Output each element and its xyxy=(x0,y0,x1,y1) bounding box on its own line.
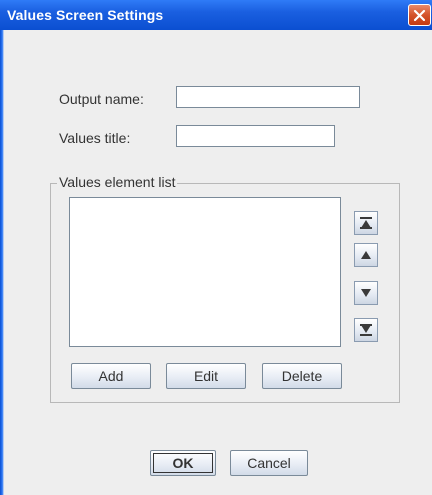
output-name-field[interactable] xyxy=(176,86,360,108)
move-down-button[interactable] xyxy=(354,281,378,305)
move-up-icon xyxy=(361,251,371,259)
delete-button[interactable]: Delete xyxy=(262,363,342,389)
close-icon xyxy=(413,9,426,22)
output-name-label: Output name: xyxy=(59,91,144,107)
values-element-list[interactable] xyxy=(69,197,341,347)
add-button[interactable]: Add xyxy=(71,363,151,389)
window-left-border xyxy=(0,30,4,495)
values-title-field[interactable] xyxy=(176,125,335,147)
values-element-group-title: Values element list xyxy=(57,174,178,190)
edit-button[interactable]: Edit xyxy=(166,363,246,389)
move-top-button[interactable] xyxy=(354,211,378,235)
values-screen-settings-dialog: Values Screen Settings Output name: Valu… xyxy=(0,0,432,495)
ok-button[interactable]: OK xyxy=(150,450,216,476)
close-button[interactable] xyxy=(408,4,431,26)
move-top-icon xyxy=(360,217,372,229)
move-up-button[interactable] xyxy=(354,243,378,267)
move-down-icon xyxy=(361,289,371,297)
window-title: Values Screen Settings xyxy=(7,7,164,23)
values-title-label: Values title: xyxy=(59,130,131,146)
move-bottom-button[interactable] xyxy=(354,318,378,342)
move-bottom-icon xyxy=(360,324,372,336)
title-bar[interactable]: Values Screen Settings xyxy=(0,0,432,30)
cancel-button[interactable]: Cancel xyxy=(230,450,308,476)
